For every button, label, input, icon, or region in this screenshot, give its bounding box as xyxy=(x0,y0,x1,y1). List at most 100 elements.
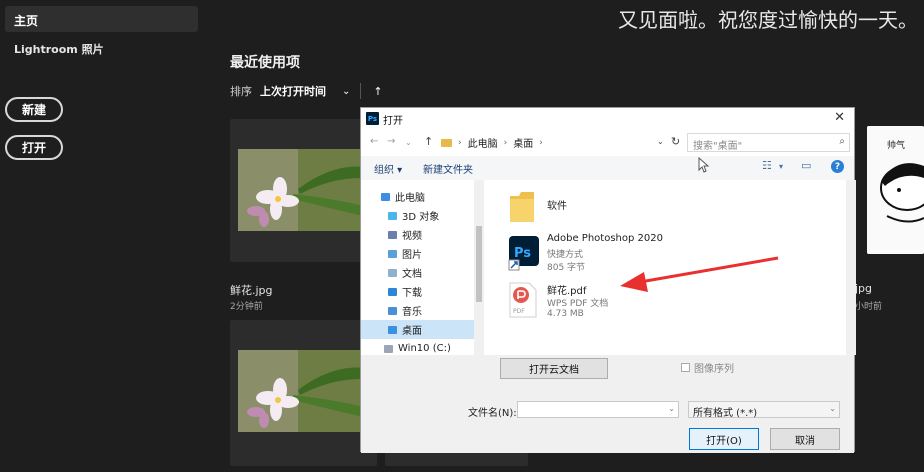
drive-icon xyxy=(384,344,393,353)
breadcrumb-item[interactable]: 此电脑 xyxy=(468,135,498,150)
file-list: 软件 Ps Adobe Photoshop 2020 快捷方式 805 字节 P… xyxy=(485,180,856,355)
cancel-button[interactable]: 取消 xyxy=(770,428,840,450)
refresh-icon[interactable]: ↻ xyxy=(671,135,680,148)
file-type: WPS PDF 文档 xyxy=(547,299,609,309)
sort-dropdown[interactable]: 上次打开时间 xyxy=(260,83,326,99)
svg-text:帅气: 帅气 xyxy=(887,139,905,151)
recent-file-name[interactable]: 鲜花.jpg xyxy=(230,282,273,298)
preview-pane-icon[interactable]: ▭ xyxy=(801,159,811,172)
svg-text:Ps: Ps xyxy=(514,246,531,261)
recent-file-card[interactable] xyxy=(230,320,377,466)
scrollbar-thumb[interactable] xyxy=(476,226,482,302)
sidebar: 主页 Lightroom 照片 新建 打开 xyxy=(0,0,210,472)
documents-icon xyxy=(388,268,397,277)
cartoon-thumbnail: 帅气 xyxy=(867,126,924,254)
forward-icon[interactable]: → xyxy=(387,136,395,147)
flower-thumbnail xyxy=(238,350,376,432)
sort-label: 排序 xyxy=(230,85,252,98)
breadcrumb-separator-icon: › xyxy=(503,137,508,148)
chevron-down-icon[interactable]: ⌄ xyxy=(668,404,675,413)
new-button[interactable]: 新建 xyxy=(5,97,63,122)
navigation-scrollbar[interactable] xyxy=(474,180,484,355)
sidebar-item-home[interactable]: 主页 xyxy=(5,6,198,32)
flower-thumbnail xyxy=(238,149,376,231)
breadcrumb-separator-icon: › xyxy=(458,137,462,148)
recent-file-name[interactable]: jpg xyxy=(855,282,872,295)
nav-item-music[interactable]: 音乐 xyxy=(361,301,474,320)
music-icon xyxy=(388,306,397,315)
recent-locations-icon[interactable]: ⌄ xyxy=(405,138,412,147)
nav-item-label: 3D 对象 xyxy=(402,212,440,223)
nav-item-3d-objects[interactable]: 3D 对象 xyxy=(361,206,474,225)
nav-item-label: 桌面 xyxy=(402,326,422,337)
photoshop-icon: Ps xyxy=(508,236,539,271)
nav-item-label: 此电脑 xyxy=(395,193,425,204)
desktop-icon xyxy=(388,325,397,334)
search-input[interactable]: 搜索"桌面" ⌕ xyxy=(687,133,850,152)
nav-item-pictures[interactable]: 图片 xyxy=(361,244,474,263)
file-size: 4.73 MB xyxy=(547,309,584,319)
command-bar: 组织 ▾ 新建文件夹 ☷ ▾ ▭ ? xyxy=(361,156,854,180)
pdf-icon: PDF xyxy=(509,282,537,318)
up-icon[interactable]: ↑ xyxy=(424,135,433,148)
breadcrumb-item[interactable]: 桌面 xyxy=(513,135,533,150)
file-name: 鲜花.pdf xyxy=(547,286,587,297)
folder-icon xyxy=(510,192,534,222)
checkbox[interactable] xyxy=(681,363,690,372)
nav-item-label: 文档 xyxy=(402,269,422,280)
video-icon xyxy=(388,230,397,239)
open-cloud-document-button[interactable]: 打开云文档 xyxy=(500,358,608,379)
file-item-folder[interactable]: 软件 xyxy=(485,184,785,232)
nav-item-label: 音乐 xyxy=(402,307,422,318)
new-folder-button[interactable]: 新建文件夹 xyxy=(423,161,473,176)
dialog-title: 打开 xyxy=(383,116,403,127)
view-options-icon[interactable]: ☷ xyxy=(762,159,772,172)
chevron-down-icon[interactable]: ⌄ xyxy=(342,86,350,97)
image-sequence-checkbox[interactable]: 图像序列 xyxy=(681,360,734,375)
folder-icon xyxy=(441,138,452,147)
recent-file-card[interactable]: 帅气 xyxy=(867,126,924,254)
nav-item-downloads[interactable]: 下载 xyxy=(361,282,474,301)
filename-field[interactable]: ⌄ xyxy=(517,401,679,418)
back-icon[interactable]: ← xyxy=(370,136,378,147)
recent-file-time: 2分钟前 xyxy=(230,302,263,312)
sort-direction-icon[interactable]: ↑ xyxy=(373,85,382,98)
image-sequence-label: 图像序列 xyxy=(694,364,734,375)
nav-item-videos[interactable]: 视频 xyxy=(361,225,474,244)
breadcrumb[interactable]: › 此电脑 › 桌面 › xyxy=(441,135,549,150)
chevron-down-icon[interactable]: ⌄ xyxy=(829,404,836,413)
sort-row: 排序 上次打开时间 ⌄ ↑ xyxy=(230,83,383,99)
file-type: 快捷方式 xyxy=(547,250,584,260)
nav-item-desktop[interactable]: 桌面 xyxy=(361,320,474,339)
open-file-dialog: Ps 打开 ✕ ← → ⌄ ↑ › 此电脑 › 桌面 › ⌄ ↻ 搜索"桌面" … xyxy=(360,107,856,453)
file-format-select[interactable]: 所有格式 (*.*) ⌄ xyxy=(688,401,840,419)
downloads-icon xyxy=(388,287,397,296)
recent-file-card[interactable] xyxy=(230,119,377,262)
sidebar-item-lightroom[interactable]: Lightroom 照片 xyxy=(14,41,104,57)
recent-title: 最近使用项 xyxy=(230,55,300,71)
nav-item-label: 视频 xyxy=(402,231,422,242)
file-item-pdf[interactable]: PDF 鲜花.pdf WPS PDF 文档 4.73 MB xyxy=(485,279,785,327)
file-size: 805 字节 xyxy=(547,263,586,273)
open-button[interactable]: 打开(O) xyxy=(689,428,759,450)
chevron-down-icon[interactable]: ▾ xyxy=(779,162,783,171)
mouse-cursor-icon xyxy=(698,157,710,173)
navigation-pane: 此电脑 3D 对象 视频 图片 文档 下载 音乐 桌面 Win10 (C:) xyxy=(361,180,485,355)
photoshop-icon: Ps xyxy=(366,112,379,125)
breadcrumb-separator-icon: › xyxy=(539,137,543,148)
divider xyxy=(360,83,362,99)
recent-file-time: 小时前 xyxy=(855,302,883,312)
nav-item-documents[interactable]: 文档 xyxy=(361,263,474,282)
close-icon[interactable]: ✕ xyxy=(834,110,845,125)
nav-item-drive-c[interactable]: Win10 (C:) xyxy=(361,342,474,355)
computer-icon xyxy=(381,192,390,201)
nav-item-this-pc[interactable]: 此电脑 xyxy=(361,187,474,206)
chevron-down-icon[interactable]: ⌄ xyxy=(657,137,664,146)
organize-button[interactable]: 组织 ▾ xyxy=(374,161,402,176)
open-button[interactable]: 打开 xyxy=(5,135,63,160)
file-list-scrollbar[interactable] xyxy=(846,180,856,355)
file-item-photoshop-shortcut[interactable]: Ps Adobe Photoshop 2020 快捷方式 805 字节 xyxy=(485,230,785,278)
help-icon[interactable]: ? xyxy=(831,160,844,173)
dialog-titlebar[interactable]: Ps 打开 ✕ xyxy=(361,108,854,130)
welcome-message: 又见面啦。祝您度过愉快的一天。 xyxy=(618,8,918,32)
